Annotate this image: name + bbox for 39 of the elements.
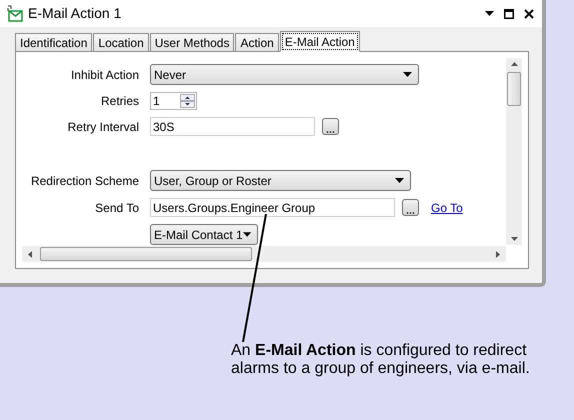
- dropdown[interactable]: E-Mail Contact 1: [150, 224, 258, 245]
- ellipsis-icon: [406, 210, 415, 215]
- browse-button[interactable]: [402, 199, 419, 216]
- caret-icon: [395, 178, 404, 183]
- tab[interactable]: Identification: [15, 33, 92, 51]
- caret-icon: [403, 72, 412, 77]
- spinner-field[interactable]: 1: [150, 92, 197, 110]
- dropdown-icon[interactable]: [485, 10, 494, 16]
- browse-button[interactable]: [322, 118, 339, 135]
- scroll-thumb[interactable]: [40, 247, 252, 261]
- maximize-icon[interactable]: [504, 8, 514, 18]
- window-title: E-Mail Action 1: [28, 4, 122, 23]
- spin-arrows-icon[interactable]: [180, 94, 195, 108]
- dropdown[interactable]: Never: [150, 64, 419, 85]
- tab[interactable]: Action: [235, 33, 279, 51]
- ellipsis-icon: [326, 129, 335, 134]
- field-label: Retries: [100, 93, 139, 110]
- scroll-thumb[interactable]: [507, 72, 521, 106]
- vertical-scrollbar[interactable]: [506, 58, 522, 245]
- scroll-up-icon[interactable]: [510, 62, 518, 66]
- scroll-down-icon[interactable]: [510, 237, 518, 241]
- field-label: Redirection Scheme: [30, 172, 139, 190]
- horizontal-scrollbar[interactable]: [22, 246, 506, 262]
- field-label: Inhibit Action: [70, 66, 139, 84]
- caret-icon: [242, 232, 251, 237]
- field-label: Send To: [94, 200, 139, 216]
- text-field[interactable]: Users.Groups.Engineer Group: [150, 198, 395, 217]
- close-icon[interactable]: [524, 8, 534, 18]
- tab[interactable]: E-Mail Action: [280, 31, 360, 52]
- field-label: Retry Interval: [66, 118, 139, 136]
- callout-text: An E-Mail Action is configured to redirect alarms to a group of engineers, via e-mail.: [231, 342, 531, 378]
- tab[interactable]: Location: [93, 33, 149, 51]
- scroll-right-icon[interactable]: [496, 250, 500, 258]
- scroll-left-icon[interactable]: [28, 250, 32, 258]
- tab[interactable]: User Methods: [150, 33, 234, 51]
- text-field[interactable]: 30S: [150, 117, 315, 136]
- envelope-icon: [6, 4, 24, 22]
- go-to-link[interactable]: Go To: [431, 198, 463, 216]
- dropdown[interactable]: User, Group or Roster: [150, 170, 411, 191]
